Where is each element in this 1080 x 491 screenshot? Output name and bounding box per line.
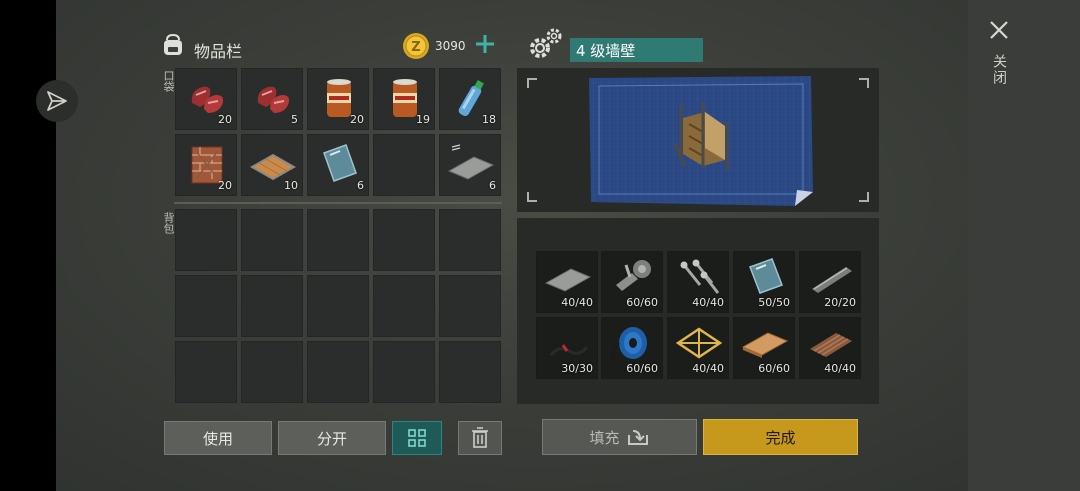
pocket-label: 口袋 [162,70,175,92]
pocket-slot-5[interactable]: 18 [439,68,501,130]
material-count: 60/60 [626,362,658,375]
grid-icon [408,429,426,447]
blueprint-icon [589,76,813,206]
item-count: 6 [489,179,496,192]
paper-plane-icon [47,91,67,111]
material-count: 20/20 [824,296,856,309]
material-slot-6[interactable]: 30/30 [536,317,598,379]
material-count: 60/60 [626,296,658,309]
delete-button[interactable] [458,421,502,455]
material-slot-8[interactable]: 40/40 [667,317,729,379]
material-slot-9[interactable]: 60/60 [733,317,795,379]
pocket-slot-6[interactable]: 20 [175,134,237,196]
item-count: 5 [291,113,298,126]
glass-pane-icon [749,258,783,294]
add-coins-button[interactable] [474,33,496,55]
plywood-icon [741,332,789,358]
metal-rod-icon [812,267,852,293]
corner-mark [859,192,869,202]
pocket-slot-1[interactable]: 20 [175,68,237,130]
backpack-slot[interactable] [175,341,237,403]
item-count: 20 [218,113,232,126]
item-count: 6 [357,179,364,192]
material-slot-2[interactable]: 60/60 [601,251,663,313]
material-count: 40/40 [692,296,724,309]
backpack-slot[interactable] [439,341,501,403]
material-slot-1[interactable]: 40/40 [536,251,598,313]
material-slot-7[interactable]: 60/60 [601,317,663,379]
close-label: 关闭 [991,54,1007,86]
backpack-slot[interactable] [307,275,369,337]
backpack-slot[interactable] [373,341,435,403]
backpack-slot[interactable] [439,209,501,271]
svg-text:Z: Z [411,40,420,55]
close-button[interactable]: 关闭 [984,18,1014,86]
craft-header: 4 级墙壁 [526,26,886,66]
split-button[interactable]: 分开 [278,421,386,455]
gold-coin-icon: Z [403,33,429,59]
hinge-icon [616,260,651,291]
item-count: 19 [416,113,430,126]
material-count: 40/40 [824,362,856,375]
use-button[interactable]: 使用 [164,421,272,455]
close-icon [990,21,1008,39]
corrugated-metal-icon [810,333,852,357]
left-edge [0,0,56,491]
backpack-slot[interactable] [241,275,303,337]
inventory-header: 物品栏 Z 3090 [160,30,502,64]
backpack-slot[interactable] [307,209,369,271]
sort-grid-button[interactable] [392,421,442,455]
pocket-slot-2[interactable]: 5 [241,68,303,130]
fill-button[interactable]: 填充 [542,419,697,455]
trash-icon [472,427,488,448]
backpack-slot[interactable] [175,209,237,271]
material-slot-3[interactable]: 40/40 [667,251,729,313]
blueprint-preview [517,68,879,212]
corner-mark [859,78,869,88]
material-count: 30/30 [561,362,593,375]
pocket-slot-9[interactable] [373,134,435,196]
material-count: 60/60 [758,362,790,375]
item-count: 10 [284,179,298,192]
screws-icon [680,259,720,294]
item-count: 20 [218,179,232,192]
material-slot-10[interactable]: 40/40 [799,317,861,379]
corner-mark [527,78,537,88]
backpack-icon [164,33,182,55]
item-count: 20 [350,113,364,126]
craft-title: 4 级墙壁 [570,38,703,62]
gears-icon [530,28,562,58]
backpack-slot[interactable] [373,209,435,271]
pocket-slot-8[interactable]: 6 [307,134,369,196]
fill-arrow-icon [627,430,648,445]
pocket-divider [174,202,502,204]
material-count: 40/40 [561,296,593,309]
material-count: 50/50 [758,296,790,309]
item-count: 18 [482,113,496,126]
backpack-slot[interactable] [241,341,303,403]
backpack-slot[interactable] [439,275,501,337]
pocket-slot-4[interactable]: 19 [373,68,435,130]
pocket-slot-7[interactable]: 10 [241,134,303,196]
backpack-slot[interactable] [241,209,303,271]
inventory-title: 物品栏 [194,42,243,61]
backpack-slot[interactable] [307,341,369,403]
backpack-slot[interactable] [175,275,237,337]
material-slot-5[interactable]: 20/20 [799,251,861,313]
backpack-label: 背包 [162,212,175,234]
truss-frame-icon [675,327,723,359]
material-slot-4[interactable]: 50/50 [733,251,795,313]
side-menu-button[interactable] [36,80,78,122]
wires-icon [547,340,589,356]
coin-balance: 3090 [435,39,466,53]
pocket-slot-3[interactable]: 20 [307,68,369,130]
fill-label: 填充 [589,428,620,447]
done-button[interactable]: 完成 [703,419,858,455]
cable-spool-icon [611,327,647,360]
metal-sheet-icon [544,268,592,292]
material-count: 40/40 [692,362,724,375]
backpack-slot[interactable] [373,275,435,337]
pocket-slot-10[interactable]: 6 [439,134,501,196]
corner-mark [527,192,537,202]
